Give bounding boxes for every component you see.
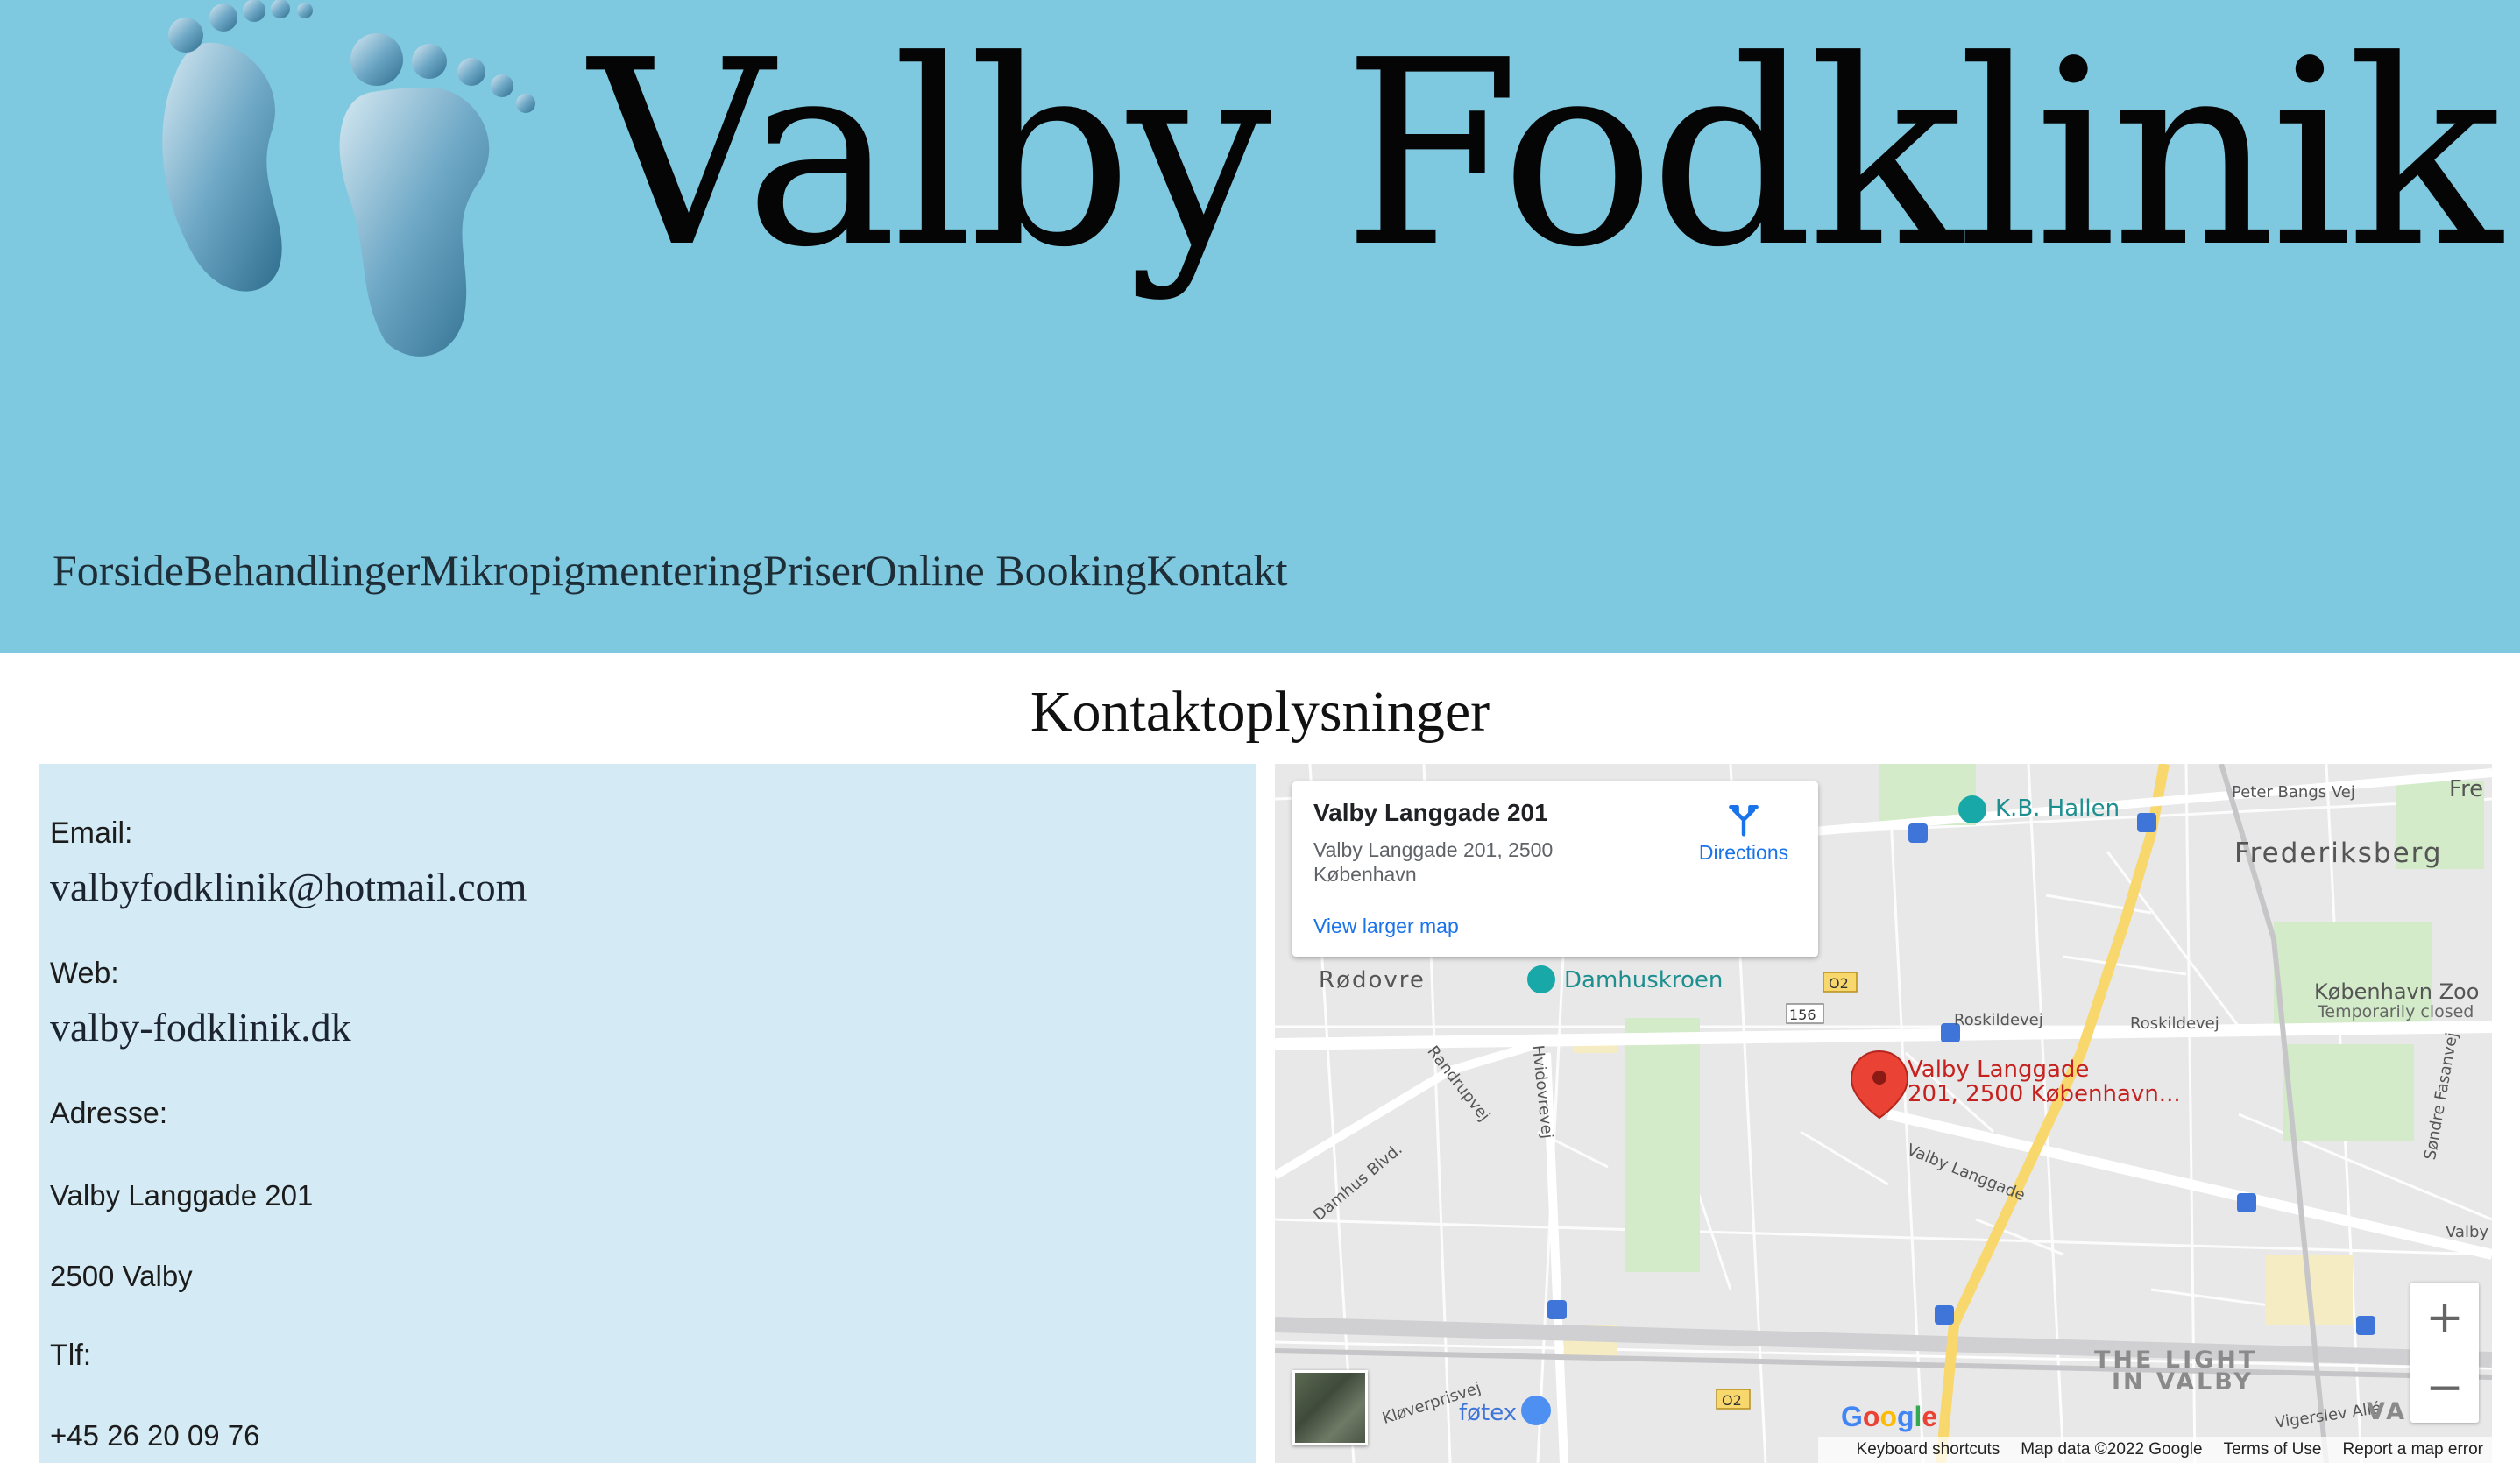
map-label-peter-bangs-vej: Peter Bangs Vej bbox=[2232, 783, 2355, 802]
nav-item-kontakt[interactable]: Kontakt bbox=[1146, 545, 1287, 596]
map-label-roskildevej-1: Roskildevej bbox=[1954, 1011, 2043, 1029]
map-label-fre: Fre bbox=[2449, 776, 2484, 802]
site-header: Valby Fodklinik Forside Behandlinger Mik… bbox=[0, 0, 2520, 653]
nav-item-behandlinger[interactable]: Behandlinger bbox=[184, 545, 420, 596]
map-label-roskildevej-2: Roskildevej bbox=[2130, 1014, 2219, 1033]
nav-item-mikropigmentering[interactable]: Mikropigmentering bbox=[420, 545, 763, 596]
map-label-rodovre: Rødovre bbox=[1319, 967, 1426, 993]
map-label-kbh-zoo: København Zoo bbox=[2314, 979, 2480, 1004]
map-marker-label-line-2[interactable]: 201, 2500 København... bbox=[1908, 1081, 2181, 1107]
map-marker-label-line-1[interactable]: Valby Langgade bbox=[1908, 1057, 2089, 1083]
address-label: Adresse: bbox=[50, 1097, 168, 1130]
phone-value[interactable]: +45 26 20 09 76 bbox=[50, 1419, 259, 1452]
map-label-va: VA bbox=[2367, 1398, 2407, 1425]
map-label-road-156: 156 bbox=[1789, 1007, 1816, 1023]
directions-button[interactable]: Directions bbox=[1687, 799, 1801, 865]
map-card-title: Valby Langgade 201 bbox=[1313, 799, 1548, 826]
map-label-zoo-status: Temporarily closed bbox=[2318, 1002, 2474, 1021]
google-logo: Google bbox=[1841, 1401, 1938, 1432]
email-value[interactable]: valbyfodklinik@hotmail.com bbox=[50, 864, 527, 910]
web-label: Web: bbox=[50, 957, 119, 990]
zoom-out-button[interactable]: − bbox=[2410, 1353, 2479, 1423]
map-label-kb-hallen: K.B. Hallen bbox=[1995, 795, 2120, 822]
satellite-toggle-button[interactable] bbox=[1292, 1370, 1368, 1445]
report-map-error-link[interactable]: Report a map error bbox=[2342, 1440, 2483, 1459]
map-label-in-valby: IN VALBY bbox=[2112, 1368, 2254, 1396]
web-value[interactable]: valby-fodklinik.dk bbox=[50, 1004, 351, 1050]
directions-icon bbox=[1729, 804, 1759, 837]
view-larger-map-link[interactable]: View larger map bbox=[1313, 915, 1459, 938]
nav-item-forside[interactable]: Forside bbox=[53, 545, 184, 596]
email-label: Email: bbox=[50, 816, 133, 850]
google-map[interactable]: K.B. Hallen Peter Bangs Vej Fre Frederik… bbox=[1275, 764, 2492, 1463]
map-label-fotex: føtex bbox=[1459, 1400, 1518, 1426]
address-line-2: 2500 Valby bbox=[50, 1260, 193, 1292]
main-nav: Forside Behandlinger Mikropigmentering P… bbox=[53, 545, 1288, 596]
map-label-valby-edge: Valby bbox=[2446, 1223, 2489, 1241]
section-title: Kontaktoplysninger bbox=[1030, 680, 1490, 744]
map-info-card: Valby Langgade 201 Valby Langgade 201, 2… bbox=[1292, 781, 1818, 957]
feet-logo-icon[interactable] bbox=[140, 0, 543, 368]
map-card-address: Valby Langgade 201, 2500 København bbox=[1313, 838, 1554, 886]
nav-item-priser[interactable]: Priser bbox=[763, 545, 866, 596]
map-label-frederiksberg: Frederiksberg bbox=[2234, 838, 2443, 869]
zoom-controls: + − bbox=[2410, 1283, 2479, 1423]
directions-label: Directions bbox=[1698, 841, 1789, 864]
address-line-1: Valby Langgade 201 bbox=[50, 1179, 314, 1212]
map-label-road-o2-south: O2 bbox=[1722, 1392, 1742, 1409]
map-label-damhuskroen: Damhuskroen bbox=[1564, 967, 1724, 993]
phone-label: Tlf: bbox=[50, 1339, 92, 1372]
zoom-in-button[interactable]: + bbox=[2410, 1283, 2479, 1353]
map-footer-bar: Keyboard shortcuts Map data ©2022 Google… bbox=[1818, 1437, 2492, 1463]
map-label-road-o2-north: O2 bbox=[1829, 975, 1849, 992]
nav-item-online-booking[interactable]: Online Booking bbox=[866, 545, 1147, 596]
keyboard-shortcuts-link[interactable]: Keyboard shortcuts bbox=[1857, 1440, 2000, 1459]
terms-of-use-link[interactable]: Terms of Use bbox=[2224, 1440, 2322, 1459]
site-title[interactable]: Valby Fodklinik bbox=[589, 26, 2502, 282]
map-data-credit: Map data ©2022 Google bbox=[2021, 1440, 2203, 1459]
contact-info-panel: Email: valbyfodklinik@hotmail.com Web: v… bbox=[39, 764, 1256, 1463]
